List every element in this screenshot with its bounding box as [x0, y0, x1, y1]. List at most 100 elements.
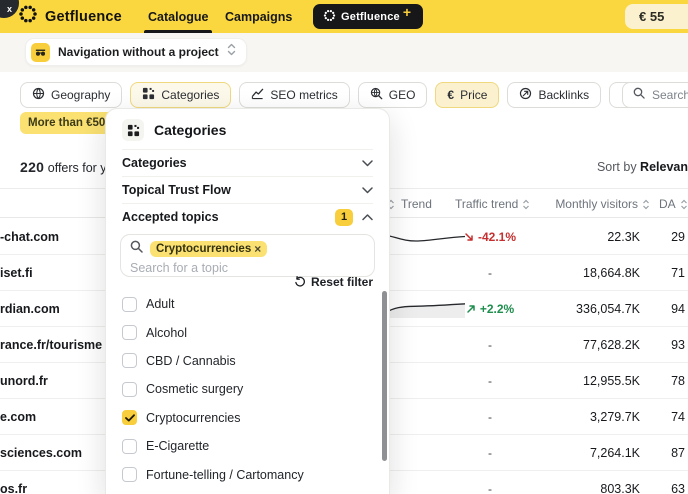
topic-checkbox[interactable]	[122, 382, 137, 397]
filter-button-price[interactable]: € Price	[435, 82, 499, 108]
search-input[interactable]: Search	[622, 82, 688, 108]
search-icon	[633, 86, 645, 104]
chevron-down-icon	[362, 160, 373, 167]
monthly-visitors-cell: 803.3K	[510, 471, 640, 494]
tab-catalogue[interactable]: Catalogue	[148, 0, 208, 33]
grid-icon	[142, 87, 155, 103]
monthly-visitors-cell: 3,279.7K	[510, 399, 640, 435]
topic-list-item[interactable]: Cryptocurrencies	[122, 404, 375, 432]
da-cell: 74	[641, 399, 685, 435]
topic-list-item[interactable]: Fortune-telling / Cartomancy	[122, 460, 375, 488]
search-placeholder: Search	[652, 88, 688, 102]
da-cell: 94	[641, 291, 685, 327]
sort-control[interactable]: Sort by Relevan	[597, 160, 688, 174]
topic-search-placeholder: Search for a topic	[130, 261, 365, 275]
selector-chevrons-icon	[227, 43, 236, 61]
monthly-visitors-cell: 77,628.2K	[510, 327, 640, 363]
topic-list-item[interactable]: CBD / Cannabis	[122, 347, 375, 375]
balance-pill[interactable]: € 55	[625, 4, 688, 29]
incognito-glasses-icon	[31, 43, 50, 62]
sort-icon	[680, 199, 688, 210]
brand: Getfluence	[18, 0, 122, 33]
euro-icon: €	[447, 88, 454, 102]
top-navigation-bar: Getfluence Catalogue Campaigns Getfluenc…	[0, 0, 688, 33]
search-icon	[130, 240, 143, 258]
topic-checkbox[interactable]	[122, 353, 137, 368]
check-icon	[125, 414, 135, 422]
link-icon	[519, 87, 532, 103]
filter-bar: Geography Categories SEO metrics GEO € P…	[20, 82, 688, 108]
topic-checkbox[interactable]	[122, 325, 137, 340]
filter-button-seo-metrics[interactable]: SEO metrics	[239, 82, 349, 108]
topic-checkbox[interactable]	[122, 467, 137, 482]
da-cell: 29	[641, 219, 685, 255]
tab-campaigns[interactable]: Campaigns	[225, 0, 292, 33]
getfluence-plus-button[interactable]: Getfluence +	[313, 4, 423, 29]
reset-filter-button[interactable]: Reset filter	[294, 275, 373, 289]
da-cell: 71	[641, 255, 685, 291]
getfluence-logo-icon	[18, 4, 38, 29]
topic-list-item[interactable]: E-Cigarette	[122, 432, 375, 460]
monthly-visitors-cell: 22.3K	[510, 219, 640, 255]
da-cell: 78	[641, 363, 685, 399]
selected-count-badge: 1	[335, 209, 353, 226]
topics-list: Adult Alcohol CBD / Cannabis Cosmetic su…	[122, 290, 375, 494]
categories-grid-icon	[122, 119, 144, 141]
results-count: 220 offers for y	[20, 159, 107, 175]
filter-button-categories[interactable]: Categories	[130, 82, 231, 108]
chart-icon	[251, 87, 264, 103]
monthly-visitors-cell: 7,264.1K	[510, 435, 640, 471]
filter-button-backlinks[interactable]: Backlinks	[507, 82, 601, 108]
topic-list-item[interactable]: Alcohol	[122, 318, 375, 346]
project-selector[interactable]: Navigation without a project	[25, 38, 247, 66]
column-da[interactable]: DA	[659, 197, 688, 211]
topic-checkbox[interactable]	[122, 439, 137, 454]
section-accepted-topics[interactable]: Accepted topics 1	[122, 203, 373, 230]
chevron-up-icon	[362, 214, 373, 221]
results-count-number: 220	[20, 159, 44, 175]
da-cell: 93	[641, 327, 685, 363]
filter-button-geography[interactable]: Geography	[20, 82, 122, 108]
filter-button-geo[interactable]: GEO	[358, 82, 428, 108]
monthly-visitors-cell: 12,955.5K	[510, 363, 640, 399]
selected-topic-chip[interactable]: Cryptocurrencies ×	[150, 241, 267, 257]
sort-value: Relevan	[640, 160, 688, 174]
da-cell: 87	[641, 435, 685, 471]
topic-checkbox[interactable]	[122, 410, 137, 425]
sort-icon	[522, 199, 530, 210]
dropdown-header: Categories	[106, 109, 389, 149]
trend-up-icon	[466, 304, 476, 314]
topic-list-item[interactable]: Adult	[122, 290, 375, 318]
chevron-down-icon	[362, 187, 373, 194]
globe-icon	[32, 87, 45, 103]
monthly-visitors-cell: 336,054.7K	[510, 291, 640, 327]
sort-label: Sort by	[597, 160, 640, 174]
active-filter-tag-label: More than €50	[28, 117, 105, 129]
topic-checkbox[interactable]	[122, 297, 137, 312]
categories-dropdown: Categories Categories Topical Trust Flow…	[105, 108, 390, 494]
section-topical-trust-flow[interactable]: Topical Trust Flow	[122, 176, 373, 203]
dropdown-scrollbar[interactable]	[382, 291, 387, 461]
results-count-suffix: offers for y	[44, 161, 106, 175]
topic-search-input[interactable]: Cryptocurrencies × Search for a topic	[120, 234, 375, 277]
getfluence-logo-icon	[323, 9, 336, 25]
geo-icon	[370, 87, 383, 103]
column-trend[interactable]: Trend	[387, 197, 432, 211]
project-selector-label: Navigation without a project	[58, 45, 219, 59]
plus-icon: +	[403, 4, 411, 20]
remove-chip-icon[interactable]: ×	[254, 242, 261, 256]
project-strip: Navigation without a project	[0, 33, 688, 72]
topic-list-item[interactable]	[122, 489, 375, 494]
sort-icon	[642, 199, 650, 210]
topic-list-item[interactable]: Cosmetic surgery	[122, 375, 375, 403]
reset-icon	[294, 276, 306, 288]
da-cell: 63	[641, 471, 685, 494]
dropdown-title: Categories	[154, 122, 226, 138]
column-traffic-trend[interactable]: Traffic trend	[455, 197, 530, 211]
selected-topic-chip-label: Cryptocurrencies	[156, 243, 251, 255]
section-categories[interactable]: Categories	[122, 149, 373, 176]
brand-name: Getfluence	[45, 9, 122, 25]
monthly-visitors-cell: 18,664.8K	[510, 255, 640, 291]
column-monthly-visitors[interactable]: Monthly visitors	[555, 197, 650, 211]
trend-down-icon	[464, 232, 474, 242]
